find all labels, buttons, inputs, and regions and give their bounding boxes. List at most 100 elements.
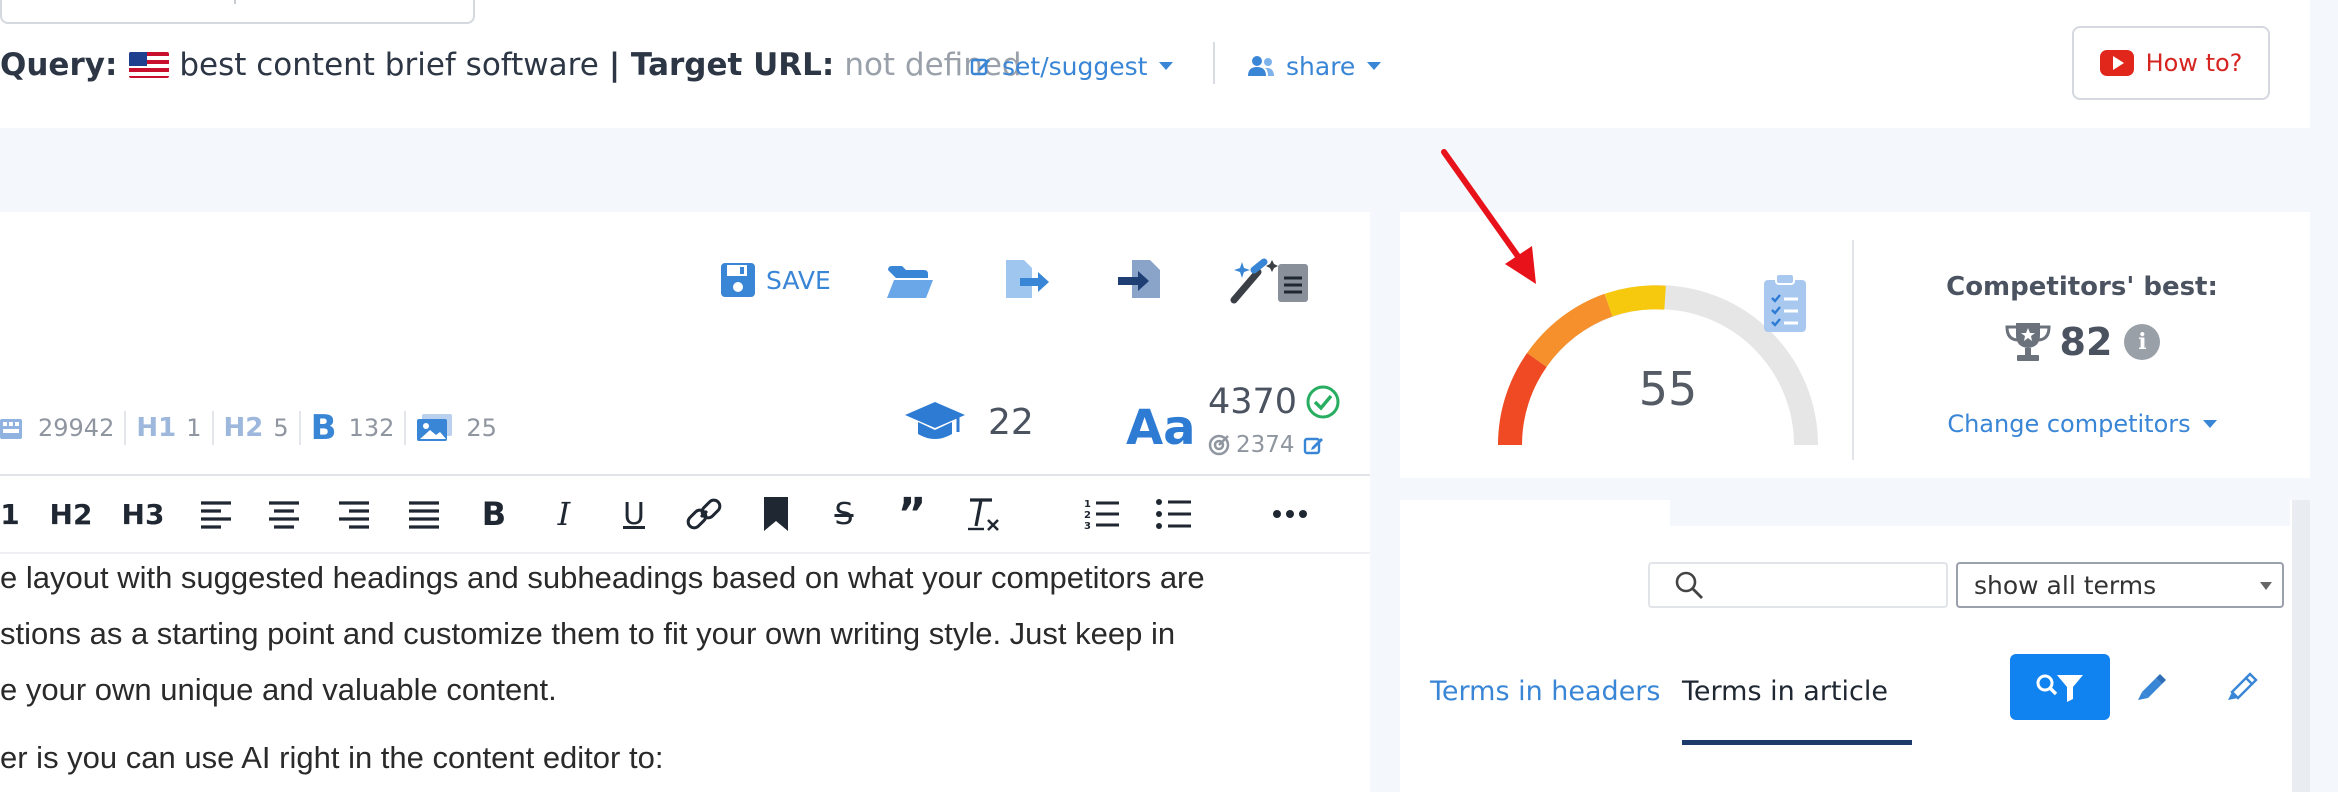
reading-grade-value: 22 xyxy=(988,401,1034,443)
users-icon xyxy=(1246,55,1276,77)
content-line: e layout with suggested headings and sub… xyxy=(0,560,1205,595)
ai-magic-document-icon[interactable] xyxy=(1228,258,1312,304)
search-icon xyxy=(1675,571,1703,599)
image-count-value: 25 xyxy=(466,414,497,442)
score-divider xyxy=(1852,240,1854,460)
h1-count: H1 1 xyxy=(136,413,201,443)
word-target-value: 2374 xyxy=(1236,432,1295,458)
bold-icon: B xyxy=(310,408,337,448)
terms-filter-select[interactable]: show all terms xyxy=(1956,562,2284,608)
competitors-best-label: Competitors' best: xyxy=(1946,272,2218,302)
underline-icon[interactable]: U xyxy=(614,494,654,534)
edit-icon[interactable] xyxy=(1303,434,1325,456)
word-count-value: 4370 xyxy=(1208,382,1298,422)
strikethrough-icon[interactable]: S xyxy=(824,494,864,534)
terms-panel: show all terms Terms in headers Terms in… xyxy=(1400,500,2300,792)
svg-text:2: 2 xyxy=(1084,510,1091,521)
more-options-icon[interactable] xyxy=(1268,494,1312,534)
heading1-button[interactable]: 1 xyxy=(0,494,20,534)
change-competitors-dropdown[interactable]: Change competitors xyxy=(1900,410,2264,438)
tab-terms-in-article[interactable]: Terms in article xyxy=(1682,676,1888,707)
editor-panel: SAVE 29942 H1 1 H2 5 B 132 25 22 Aa 4370… xyxy=(0,212,1370,792)
h2-count-value: 5 xyxy=(273,414,289,442)
how-to-button[interactable]: How to? xyxy=(2072,26,2270,100)
clear-formatting-icon[interactable] xyxy=(964,494,1004,534)
h1-count-value: 1 xyxy=(186,414,202,442)
font-size-icon: Aa xyxy=(1126,400,1196,456)
how-to-label: How to? xyxy=(2145,49,2243,77)
stats-divider xyxy=(404,411,407,445)
terms-panel-top-gap xyxy=(1670,500,2290,526)
heading3-button[interactable]: H3 xyxy=(116,494,170,534)
header-divider xyxy=(1213,42,1215,84)
query-label: Query: xyxy=(0,47,118,83)
align-center-icon[interactable] xyxy=(264,494,304,534)
align-justify-icon[interactable] xyxy=(404,494,444,534)
align-right-icon[interactable] xyxy=(334,494,374,534)
stats-divider xyxy=(124,411,127,445)
chevron-down-icon xyxy=(1367,62,1382,70)
save-button[interactable]: SAVE xyxy=(720,262,831,298)
check-circle-icon xyxy=(1305,384,1341,420)
query-value: best content brief software xyxy=(179,47,599,83)
terms-scrollbar[interactable] xyxy=(2292,500,2310,792)
gauge-segment-yellow xyxy=(1604,285,1666,317)
italic-icon[interactable]: I xyxy=(544,494,584,534)
set-suggest-dropdown[interactable]: set/suggest xyxy=(970,48,1174,84)
h1-icon: H1 xyxy=(136,413,177,443)
numbered-list-icon[interactable]: 123 xyxy=(1080,494,1124,534)
heading2-button[interactable]: H2 xyxy=(44,494,98,534)
content-line: e your own unique and valuable content. xyxy=(0,672,557,707)
us-flag-icon xyxy=(129,52,170,78)
h2-count: H2 5 xyxy=(224,413,289,443)
content-line: stions as a starting point and customize… xyxy=(0,616,1176,651)
annotation-arrow-icon xyxy=(1441,149,1536,284)
graduation-cap-icon xyxy=(904,400,966,444)
gauge-segment-orange xyxy=(1527,293,1613,368)
content-line: er is you can use AI right in the conten… xyxy=(0,740,664,775)
editor-content[interactable]: e layout with suggested headings and sub… xyxy=(0,550,1370,786)
tab-stub-divider xyxy=(234,0,236,4)
bold-icon[interactable]: B xyxy=(474,494,514,534)
competitors-best-value: 82 xyxy=(2059,320,2113,364)
content-score-value: 55 xyxy=(1638,362,1698,416)
blockquote-icon[interactable]: ” xyxy=(892,489,932,540)
character-count: 29942 xyxy=(0,413,114,443)
highlighter-outline-icon[interactable] xyxy=(2226,670,2258,706)
character-count-value: 29942 xyxy=(38,414,115,442)
gauge-segment-red xyxy=(1497,353,1547,446)
info-icon[interactable]: i xyxy=(2124,324,2161,360)
align-left-icon[interactable] xyxy=(196,494,236,534)
search-filter-button[interactable] xyxy=(2010,654,2110,720)
highlighter-icon[interactable] xyxy=(2136,670,2168,706)
query-line: Query: best content brief software | Tar… xyxy=(0,40,1022,90)
bold-count: B 132 xyxy=(311,408,395,448)
set-suggest-label: set/suggest xyxy=(1002,51,1148,81)
bookmark-icon[interactable] xyxy=(756,494,796,534)
link-icon[interactable] xyxy=(682,494,726,534)
format-toolbar: 1 H2 H3 B I U S ” 123 xyxy=(0,474,1370,554)
terms-search-input[interactable] xyxy=(1648,562,1948,608)
active-tab-indicator xyxy=(1682,740,1912,745)
checklist-clipboard-icon[interactable] xyxy=(1762,272,1808,338)
stats-divider xyxy=(298,411,301,445)
open-folder-icon[interactable] xyxy=(886,264,934,300)
top-tab-stub xyxy=(0,0,475,24)
export-icon[interactable] xyxy=(1002,258,1050,302)
trophy-icon xyxy=(2005,323,2051,361)
bullet-list-icon[interactable] xyxy=(1152,494,1196,534)
share-label: share xyxy=(1286,51,1356,81)
chevron-down-icon xyxy=(2202,420,2217,428)
chevron-down-icon xyxy=(2260,582,2272,590)
search-filter-icon xyxy=(2036,674,2083,702)
edit-icon xyxy=(970,55,992,77)
import-icon[interactable] xyxy=(1116,258,1164,302)
tab-terms-in-headers[interactable]: Terms in headers xyxy=(1430,676,1660,707)
h2-icon: H2 xyxy=(223,413,264,443)
word-target: 2374 xyxy=(1208,432,1325,458)
chevron-down-icon xyxy=(1159,62,1174,70)
image-icon xyxy=(417,414,453,441)
bold-count-value: 132 xyxy=(348,414,395,442)
share-dropdown[interactable]: share xyxy=(1246,48,1382,84)
top-header: Query: best content brief software | Tar… xyxy=(0,0,2310,128)
